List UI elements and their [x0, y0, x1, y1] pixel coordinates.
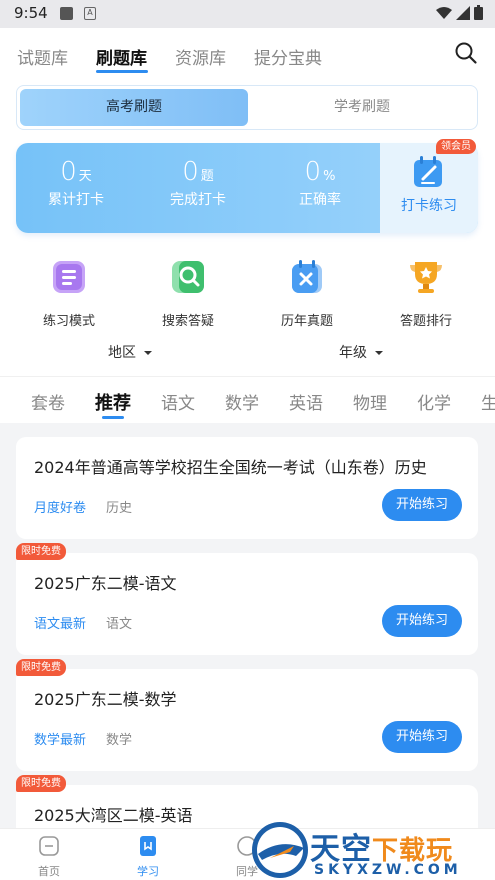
paper-list: 2024年普通高等学校招生全国统一考试（山东卷）历史 月度好卷 历史 开始练习 … — [0, 423, 495, 828]
quick-practice-mode[interactable]: 练习模式 — [14, 258, 124, 329]
grade-filter-label: 年级 — [339, 345, 367, 361]
trophy-icon — [410, 262, 442, 293]
caret-down-icon — [144, 351, 153, 355]
stat-value: 0 — [60, 157, 77, 187]
tab-math[interactable]: 数学 — [225, 389, 259, 414]
active-subject-indicator — [102, 416, 124, 419]
practice-mode-icon — [53, 261, 85, 293]
paper-title: 2025广东二模-语文 — [34, 574, 177, 593]
signal-icon — [456, 5, 470, 20]
free-badge: 限时免费 — [16, 659, 66, 676]
practice-stats-card: 0天 累计打卡 0题 完成打卡 0% 正确率 打卡练习 — [16, 143, 478, 233]
region-filter-label: 地区 — [108, 345, 136, 361]
paper-subject: 语文 — [106, 617, 133, 632]
free-badge: 限时免费 — [16, 775, 66, 792]
paper-tag: 语文最新 — [34, 617, 87, 632]
paper-card[interactable]: 2024年普通高等学校招生全国统一考试（山东卷）历史 月度好卷 历史 开始练习 — [16, 437, 478, 539]
tab-question-bank[interactable]: 试题库 — [17, 44, 68, 69]
top-navigation: 试题库 刷题库 资源库 提分宝典 — [0, 28, 495, 84]
tab-resource-bank[interactable]: 资源库 — [175, 44, 226, 69]
checkin-label: 打卡练习 — [401, 198, 457, 214]
stat-checkin-days: 0天 累计打卡 — [16, 157, 136, 209]
paper-title: 2024年普通高等学校招生全国统一考试（山东卷）历史 — [34, 458, 427, 477]
quick-past-papers[interactable]: 历年真题 — [252, 258, 362, 329]
region-filter[interactable]: 地区 — [108, 342, 153, 362]
stat-value: 0 — [182, 157, 199, 187]
tab-english[interactable]: 英语 — [289, 389, 323, 414]
wifi-icon — [436, 6, 452, 19]
paper-title: 2025广东二模-数学 — [34, 690, 177, 709]
stat-label: 累计打卡 — [48, 192, 104, 208]
subject-tabs: 套卷 推荐 语文 数学 英语 物理 化学 生 — [0, 376, 495, 422]
quick-action-label: 练习模式 — [42, 314, 95, 329]
xuekao-practice-option[interactable]: 学考刷题 — [249, 89, 475, 126]
tab-chinese[interactable]: 语文 — [161, 389, 195, 414]
stat-accuracy: 0% 正确率 — [260, 157, 380, 209]
search-icon[interactable] — [454, 41, 478, 65]
tab-sets[interactable]: 套卷 — [31, 389, 65, 414]
start-practice-button[interactable]: 开始练习 — [382, 489, 462, 521]
active-tab-indicator — [96, 70, 148, 73]
past-papers-icon — [292, 260, 322, 293]
checkin-calendar-icon — [414, 156, 442, 187]
stat-value: 0 — [304, 157, 322, 187]
gaokao-practice-option[interactable]: 高考刷题 — [20, 89, 248, 126]
stat-label: 完成打卡 — [170, 192, 226, 208]
site-watermark: 天空下载玩 SKYXZW.COM — [250, 818, 495, 880]
paper-subject: 历史 — [106, 501, 133, 516]
free-badge: 限时免费 — [16, 543, 66, 560]
tab-biology[interactable]: 生 — [481, 389, 495, 414]
paper-card[interactable]: 限时免费 2025广东二模-语文 语文最新 语文 开始练习 — [16, 543, 478, 655]
quick-action-label: 答题排行 — [399, 314, 452, 329]
quick-action-label: 搜索答疑 — [161, 314, 214, 329]
paper-tag: 月度好卷 — [34, 501, 87, 516]
start-practice-button[interactable]: 开始练习 — [382, 605, 462, 637]
stat-unit: 题 — [200, 169, 214, 184]
quick-action-label: 历年真题 — [280, 314, 333, 329]
watermark-logo-icon — [252, 822, 308, 878]
tab-physics[interactable]: 物理 — [353, 389, 387, 414]
paper-tag: 数学最新 — [34, 733, 87, 748]
stat-unit: 天 — [78, 169, 92, 184]
status-bar: 9:54 A — [0, 0, 495, 28]
tab-chemistry[interactable]: 化学 — [417, 389, 451, 414]
bottom-tab-study[interactable]: 学习 — [118, 835, 178, 879]
stat-unit: % — [323, 169, 336, 184]
search-answer-icon — [172, 261, 204, 293]
home-icon — [39, 836, 59, 856]
tab-label: 学习 — [137, 865, 159, 878]
tab-label: 首页 — [38, 865, 60, 878]
tab-practice-bank[interactable]: 刷题库 — [96, 44, 147, 69]
tab-recommended[interactable]: 推荐 — [95, 389, 131, 415]
checkin-practice-button[interactable]: 打卡练习 — [380, 143, 478, 233]
status-indicators — [436, 5, 483, 20]
bottom-tab-home[interactable]: 首页 — [19, 835, 79, 879]
quick-ranking[interactable]: 答题排行 — [371, 258, 481, 329]
paper-subject: 数学 — [106, 733, 133, 748]
stat-label: 正确率 — [299, 192, 341, 208]
status-time: 9:54 — [14, 4, 48, 22]
grade-filter[interactable]: 年级 — [339, 342, 384, 362]
study-icon — [140, 836, 156, 856]
vip-badge[interactable]: 领会员 — [436, 139, 476, 154]
caret-down-icon — [375, 351, 384, 355]
watermark-domain: SKYXZW.COM — [314, 862, 462, 878]
paper-title: 2025大湾区二模-英语 — [34, 806, 193, 825]
quick-search-answer[interactable]: 搜索答疑 — [133, 258, 243, 329]
exam-type-switch: 高考刷题 学考刷题 — [16, 85, 478, 130]
notification-icon — [60, 7, 73, 20]
paper-card[interactable]: 限时免费 2025广东二模-数学 数学最新 数学 开始练习 — [16, 659, 478, 771]
tab-score-guide[interactable]: 提分宝典 — [254, 44, 322, 69]
stat-completed: 0题 完成打卡 — [138, 157, 258, 209]
battery-icon — [474, 5, 483, 20]
sim-icon: A — [84, 7, 96, 20]
start-practice-button[interactable]: 开始练习 — [382, 721, 462, 753]
